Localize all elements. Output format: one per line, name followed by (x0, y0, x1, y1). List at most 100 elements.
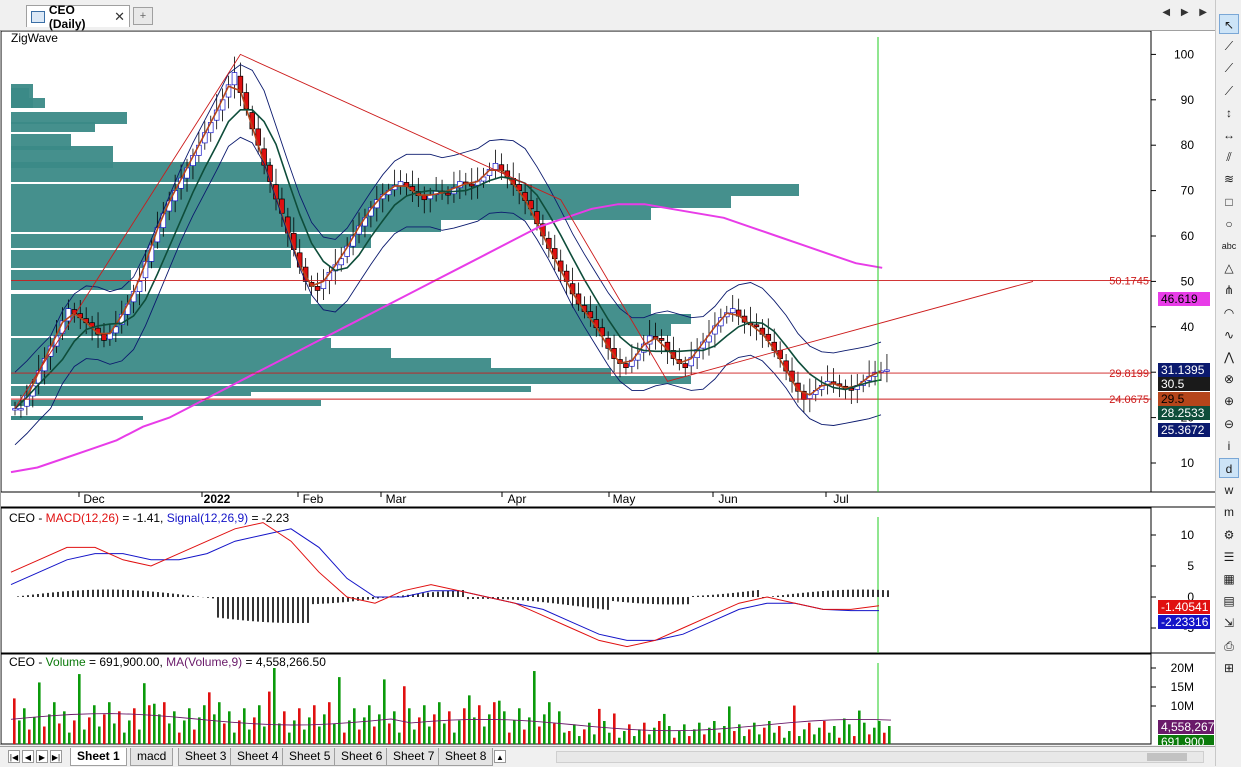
tab-scroll-arrows[interactable]: ◀ ▶ ▶ (1162, 7, 1211, 18)
weekly-period-icon[interactable]: w (1219, 480, 1239, 500)
sheet-tab-macd[interactable]: macd (130, 748, 174, 766)
grid-icon[interactable]: ⊞ (1219, 658, 1239, 678)
y-tick-label: 50 (1181, 274, 1195, 288)
chart-area[interactable]: 50.1745 29.8199 24.0675 ZigWave 100 90 80 70 60 5… (0, 31, 1216, 745)
chart-icon (31, 10, 45, 23)
price-candle (445, 192, 451, 196)
chart-canvas[interactable]: 50.1745 29.8199 24.0675 ZigWave 100 90 80 70 60 5… (1, 31, 1215, 745)
volume-bar (288, 732, 291, 744)
sheet-tab-sheet-3[interactable]: Sheet 3 (178, 748, 234, 766)
volume-bar (38, 682, 41, 744)
last-sheet-button[interactable]: ▶| (50, 750, 62, 763)
sheet-bar: |◀ ◀ ▶ ▶| Sheet 1 macd Sheet 3 Sheet 4 Sheet… (0, 746, 1215, 767)
volume-bar (628, 724, 631, 744)
volume-profile-bar (11, 376, 691, 384)
volume-bar (643, 722, 646, 744)
volume-bar (833, 726, 836, 744)
first-sheet-button[interactable]: |◀ (8, 750, 20, 763)
rectangle-tool-icon[interactable]: □ (1219, 192, 1239, 212)
fibonacci-tool-icon[interactable]: ≋ (1219, 169, 1239, 189)
export-icon[interactable]: ⇲ (1219, 613, 1239, 633)
volume-bar (373, 726, 376, 744)
volume-bar (888, 726, 891, 744)
arc-tool-icon[interactable]: ◠ (1219, 303, 1239, 323)
parallel-lines-tool-icon[interactable]: ⫽ (1219, 147, 1239, 167)
zoom-out-tool-icon[interactable]: ⊖ (1219, 414, 1239, 434)
volume-bar (598, 708, 601, 744)
y-tick-label: 10 (1181, 528, 1195, 542)
volume-bar (33, 717, 36, 744)
volume-bar (808, 722, 811, 744)
volume-bar (483, 726, 486, 744)
zigzag-tool-icon[interactable]: ⋀ (1219, 347, 1239, 367)
chart-icon[interactable]: ▤ (1219, 591, 1239, 611)
volume-legend: CEO - Volume = 691,900.00, MA(Volume,9) … (9, 655, 326, 669)
volume-bar (273, 668, 276, 744)
volume-bar (278, 723, 281, 744)
volume-bar (88, 717, 91, 744)
extended-line-tool-icon[interactable]: ⟋ (1219, 81, 1239, 101)
volume-bar (838, 737, 841, 744)
delete-tool-icon[interactable]: ⊗ (1219, 369, 1239, 389)
volume-bar (593, 734, 596, 744)
sheet-tab-sheet-7[interactable]: Sheet 7 (386, 748, 442, 766)
prev-sheet-button[interactable]: ◀ (22, 750, 34, 763)
volume-bar (323, 714, 326, 744)
volume-bar (523, 729, 526, 744)
sheet-tab-sheet-8[interactable]: Sheet 8 (438, 748, 494, 766)
scroll-thumb[interactable] (1147, 753, 1187, 761)
volume-bar (813, 734, 816, 744)
properties-icon[interactable]: ⚙ (1219, 525, 1239, 545)
horizontal-scrollbar[interactable] (556, 751, 1204, 763)
close-tab-icon[interactable]: ✕ (114, 9, 125, 25)
print-icon[interactable]: ⎙ (1219, 636, 1239, 656)
daily-period-icon[interactable]: d (1219, 458, 1239, 478)
y-tick-label: 60 (1181, 229, 1195, 243)
macd-badge-label: -1.40541 (1161, 600, 1209, 614)
volume-profile-bar (11, 368, 611, 376)
sheet-tab-sheet-4[interactable]: Sheet 4 (230, 748, 286, 766)
volume-bar (518, 708, 521, 744)
volume-bar (233, 732, 236, 744)
y-tick-label: 80 (1181, 138, 1195, 152)
chart-document-tab[interactable]: CEO (Daily) ✕ (26, 3, 130, 31)
price-candle (884, 369, 890, 372)
sheet-tab-sheet-6[interactable]: Sheet 6 (334, 748, 390, 766)
info-tool-icon[interactable]: i (1219, 436, 1239, 456)
volume-bar (158, 714, 161, 744)
next-sheet-button[interactable]: ▶ (36, 750, 48, 763)
pointer-tool-icon[interactable]: ↖ (1219, 14, 1239, 34)
text-tool-icon[interactable]: abc (1219, 236, 1239, 256)
volume-bar (783, 737, 786, 744)
volume-bar (98, 726, 101, 744)
list-icon[interactable]: ☰ (1219, 547, 1239, 567)
volume-bar (873, 727, 876, 744)
line-tool-icon[interactable]: ⟋ (1219, 36, 1239, 56)
volume-bar (578, 736, 581, 744)
table-icon[interactable]: ▦ (1219, 569, 1239, 589)
volume-bar (183, 720, 186, 744)
zoom-tool-icon[interactable]: ⊕ (1219, 391, 1239, 411)
volume-bar (608, 732, 611, 744)
sheet-tab-sheet-5[interactable]: Sheet 5 (282, 748, 338, 766)
vertical-line-tool-icon[interactable]: ↕ (1219, 103, 1239, 123)
horizontal-line-tool-icon[interactable]: ↔ (1219, 125, 1239, 145)
pitchfork-tool-icon[interactable]: ⋔ (1219, 280, 1239, 300)
sheet-options-button[interactable]: ▲ (494, 750, 506, 763)
drawing-toolbar: ↖ ⟋ ⟋ ⟋ ↕ ↔ ⫽ ≋ □ ○ abc △ ⋔ ◠ ∿ ⋀ ⊗ ⊕ ⊖ i d w m ⚙ ☰ ▦ ▤ ⇲ ⎙ ⊞ (1215, 0, 1241, 766)
macd-badge-label: -2.23316 (1161, 615, 1209, 629)
add-tab-button[interactable]: + (133, 7, 153, 25)
volume-bar (133, 708, 136, 744)
monthly-period-icon[interactable]: m (1219, 502, 1239, 522)
cycle-tool-icon[interactable]: ∿ (1219, 325, 1239, 345)
ellipse-tool-icon[interactable]: ○ (1219, 214, 1239, 234)
sheet-tab-sheet-1[interactable]: Sheet 1 (70, 748, 127, 766)
volume-bar (773, 732, 776, 744)
volume-profile-bar (11, 386, 531, 392)
triangle-tool-icon[interactable]: △ (1219, 258, 1239, 278)
volume-bar (533, 671, 536, 744)
x-tick-label: Feb (303, 492, 324, 506)
ray-tool-icon[interactable]: ⟋ (1219, 58, 1239, 78)
volume-bar (408, 708, 411, 744)
volume-bar (618, 737, 621, 744)
